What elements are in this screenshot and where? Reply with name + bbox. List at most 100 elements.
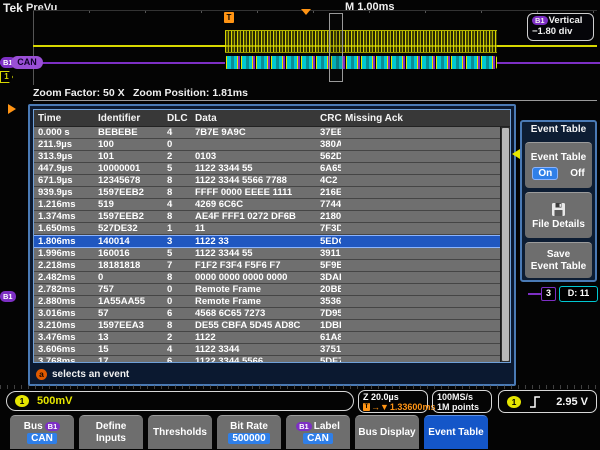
cell-dlc: 4 xyxy=(163,127,191,138)
digital-position-marker[interactable]: D: 11 xyxy=(559,286,598,302)
zoom-info-bar: Zoom Factor: 50 X Zoom Position: 1.81ms xyxy=(33,87,597,99)
bus-position-marker[interactable]: 3 xyxy=(541,287,556,301)
thresholds-label: Thresholds xyxy=(153,427,207,438)
cell-crc: 37EE xyxy=(316,127,341,138)
cell-identifier: 1597EEB2 xyxy=(94,211,163,222)
cell-dlc: 8 xyxy=(163,187,191,198)
cell-time: 2.482ms xyxy=(34,272,94,283)
zoom-window-bracket[interactable] xyxy=(329,13,343,82)
event-table-frame: Time Identifier DLC Data CRC Missing Ack… xyxy=(28,104,516,386)
cell-dlc: 8 xyxy=(163,175,191,186)
scrollbar-thumb[interactable] xyxy=(502,128,509,361)
cell-time: 3.016ms xyxy=(34,308,94,319)
menu-bus-button[interactable]: BusB1 CAN xyxy=(10,415,74,449)
cell-data: 1122 3344 5566 7788 xyxy=(191,175,316,186)
cell-identifier: 160016 xyxy=(94,248,163,259)
table-row[interactable]: 3.016ms 57 6 4568 6C65 7273 7D95 xyxy=(34,308,510,320)
zoom-delay-readout: T →▼ 1.33600ms xyxy=(363,402,423,412)
file-details-label: File Details xyxy=(532,219,585,230)
cell-identifier: 757 xyxy=(94,284,163,295)
toggle-on-option[interactable]: On xyxy=(532,167,558,180)
cell-dlc: 4 xyxy=(163,344,191,355)
cell-crc: 1DBD xyxy=(316,320,341,331)
trigger-position-icon xyxy=(301,9,311,15)
table-row[interactable]: 211.9µs 100 0 380A xyxy=(34,139,510,151)
floppy-disk-icon xyxy=(551,202,566,217)
multipurpose-knob-a-icon: a xyxy=(36,369,47,380)
table-row[interactable]: 2.218ms 18181818 7 F1F2 F3F4 F5F6 F7 5F9… xyxy=(34,260,510,272)
menu-define-inputs-button[interactable]: Define Inputs xyxy=(79,415,143,449)
table-row[interactable]: 447.9µs 10000001 5 1122 3344 55 6A65 xyxy=(34,163,510,175)
rising-edge-icon xyxy=(529,395,541,409)
cell-time: 1.650ms xyxy=(34,223,94,234)
table-row[interactable]: 313.9µs 101 2 0103 562D xyxy=(34,151,510,163)
cell-time: 3.768ms xyxy=(34,356,94,363)
menu-bit-rate-button[interactable]: Bit Rate 500000 xyxy=(217,415,281,449)
table-row[interactable]: 2.782ms 757 0 Remote Frame 20BB xyxy=(34,284,510,296)
menu-thresholds-button[interactable]: Thresholds xyxy=(148,415,212,449)
event-table-toggle-button[interactable]: Event Table On Off xyxy=(525,142,592,188)
zoom-scale-readout[interactable]: Z 20.0µs T →▼ 1.33600ms xyxy=(358,390,428,413)
table-scrollbar[interactable] xyxy=(500,127,510,362)
acquisition-readout[interactable]: 100MS/s 1M points xyxy=(432,390,492,413)
cell-dlc: 6 xyxy=(163,356,191,363)
bus-label-pill: CAN xyxy=(11,56,43,69)
cell-time: 2.880ms xyxy=(34,296,94,307)
cell-identifier: 57 xyxy=(94,308,163,319)
cell-dlc: 3 xyxy=(163,236,191,247)
cell-identifier: 12345678 xyxy=(94,175,163,186)
table-row[interactable]: 3.210ms 1597EEA3 8 DE55 CBFA 5D45 AD8C 1… xyxy=(34,320,510,332)
event-table-label: Event Table xyxy=(428,427,483,438)
event-table-body: 0.000 s BEBEBE 4 7B7E 9A9C 37EE 211.9µs … xyxy=(34,127,510,363)
cell-data: 7B7E 9A9C xyxy=(191,127,316,138)
save-event-table-button[interactable]: Save Event Table xyxy=(525,242,592,278)
vertical-position-badge: B1Vertical −1.80 div xyxy=(527,13,594,41)
cell-crc: 216E xyxy=(316,187,341,198)
cell-data: 1122 xyxy=(191,332,316,343)
menu-label-button[interactable]: B1Label CAN xyxy=(286,415,350,449)
file-details-button[interactable]: File Details xyxy=(525,192,592,238)
table-row[interactable]: 1.806ms 140014 3 1122 33 5EDC xyxy=(34,235,510,248)
selection-hint: a selects an event xyxy=(36,367,129,381)
trigger-readout[interactable]: 1 2.95 V xyxy=(498,390,597,413)
cell-identifier: 15 xyxy=(94,344,163,355)
menu-event-table-button[interactable]: Event Table xyxy=(424,415,488,449)
cell-data: Remote Frame xyxy=(191,284,316,295)
cell-crc: 7D95 xyxy=(316,308,341,319)
cell-dlc: 5 xyxy=(163,248,191,259)
channel1-badge-icon: 1 xyxy=(15,395,29,407)
b1-badge: B1 xyxy=(296,422,312,431)
cell-crc: 380A xyxy=(316,139,341,150)
cell-time: 447.9µs xyxy=(34,163,94,174)
cell-crc: 5F9B xyxy=(316,260,341,271)
channel1-waveform-burst xyxy=(225,30,497,53)
side-menu-title: Event Table xyxy=(525,124,592,138)
cell-identifier: 13 xyxy=(94,332,163,343)
trigger-source-badge-icon: 1 xyxy=(507,396,521,408)
menu-bus-display-button[interactable]: Bus Display xyxy=(355,415,419,449)
table-row[interactable]: 1.650ms 527DE32 1 11 7F3D xyxy=(34,223,510,235)
side-menu: Event Table Event Table On Off File Deta… xyxy=(520,120,597,282)
table-row[interactable]: 3.768ms 17 6 1122 3344 5566 5DF7 xyxy=(34,356,510,363)
table-row[interactable]: 3.606ms 15 4 1122 3344 3751 xyxy=(34,344,510,356)
table-row[interactable]: 1.374ms 1597EEB2 8 AE4F FFF1 0272 DF6B 2… xyxy=(34,211,510,223)
channel1-scale-readout[interactable]: 1 500mV xyxy=(6,391,354,411)
table-row[interactable]: 2.482ms 0 8 0000 0000 0000 0000 3DAF xyxy=(34,272,510,284)
zoom-scale-value: Z 20.0µs xyxy=(363,392,423,402)
table-row[interactable]: 939.9µs 1597EEB2 8 FFFF 0000 EEEE 1111 2… xyxy=(34,187,510,199)
table-row[interactable]: 2.880ms 1A55AA55 0 Remote Frame 3536 xyxy=(34,296,510,308)
define-inputs-line2: Inputs xyxy=(96,433,126,444)
table-row[interactable]: 671.9µs 12345678 8 1122 3344 5566 7788 4… xyxy=(34,175,510,187)
table-row[interactable]: 0.000 s BEBEBE 4 7B7E 9A9C 37EE xyxy=(34,127,510,139)
cell-crc: 3911 xyxy=(316,248,341,259)
cell-identifier: 10000001 xyxy=(94,163,163,174)
cell-identifier: 140014 xyxy=(94,236,163,247)
cell-dlc: 4 xyxy=(163,199,191,210)
table-row[interactable]: 1.216ms 519 4 4269 6C6C 7744 xyxy=(34,199,510,211)
cell-identifier: BEBEBE xyxy=(94,127,163,138)
table-row[interactable]: 1.996ms 160016 5 1122 3344 55 3911 xyxy=(34,248,510,260)
toggle-off-option[interactable]: Off xyxy=(570,168,584,179)
event-table: Time Identifier DLC Data CRC Missing Ack… xyxy=(33,109,511,363)
table-row[interactable]: 3.476ms 13 2 1122 61A8 xyxy=(34,332,510,344)
cell-dlc: 0 xyxy=(163,139,191,150)
